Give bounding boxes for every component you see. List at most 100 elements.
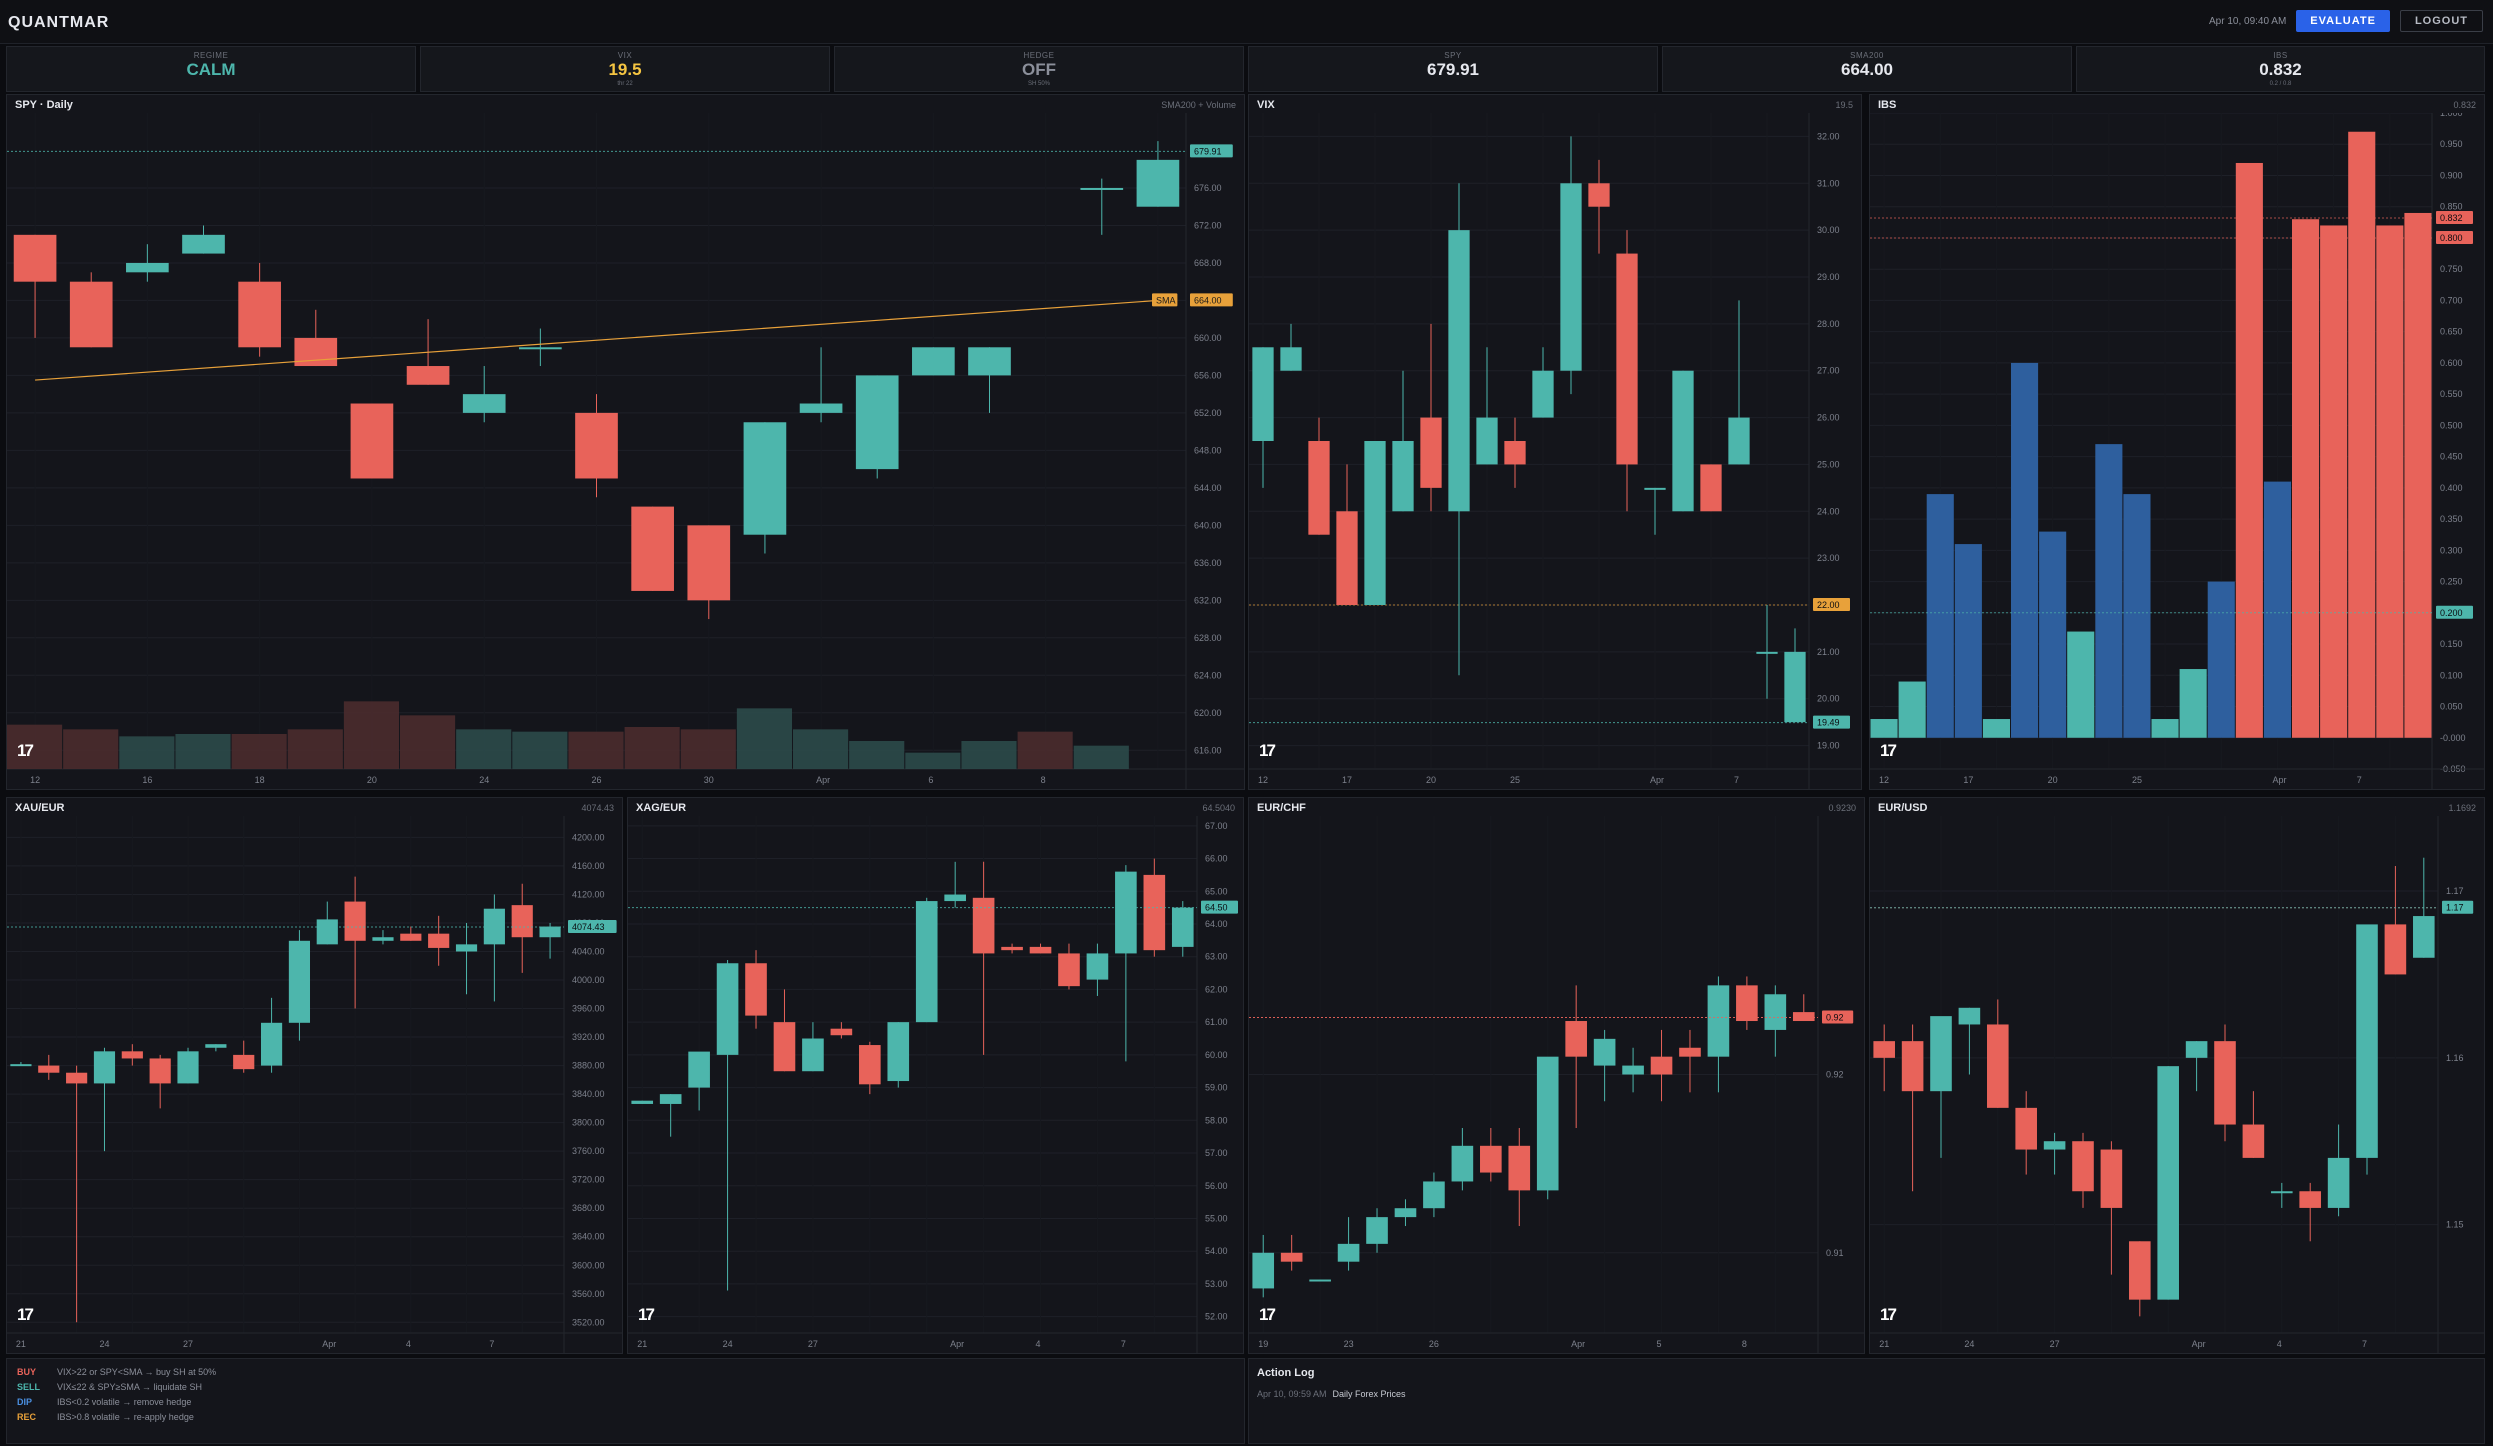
- ibs-bar: [2179, 669, 2207, 738]
- candle-body: [912, 347, 955, 376]
- y-tick-label: 3800.00: [572, 1118, 605, 1128]
- ibs-bar: [1898, 681, 1926, 738]
- logout-button[interactable]: LOGOUT: [2399, 10, 2483, 32]
- candle-body: [1394, 1208, 1417, 1218]
- candle-body: [10, 1064, 32, 1067]
- y-tick-label: 0.950: [2440, 139, 2463, 149]
- ibs-bar: [2207, 581, 2235, 738]
- xag-eur-chart-panel[interactable]: XAG/EUR 64.5040 52.00 53.00 54.00 55.00 56.0…: [627, 797, 1244, 1354]
- top-actions: Apr 10, 09:40 AM EVALUATE LOGOUT: [2209, 10, 2483, 32]
- candle-body: [1366, 1217, 1388, 1244]
- candle-body: [1792, 1012, 1815, 1022]
- x-tick-label: 23: [1344, 1339, 1354, 1349]
- y-tick-label: 27.00: [1817, 366, 1840, 376]
- spy-chart-panel[interactable]: SPY · Daily SMA200 + Volume 616.00 620.00…: [6, 94, 1245, 790]
- last-price-tag: 1.17: [2446, 903, 2464, 913]
- volume-bar: [287, 729, 343, 769]
- x-tick-label: Apr: [2272, 775, 2286, 785]
- evaluate-button[interactable]: EVALUATE: [2296, 10, 2390, 32]
- candle-body: [2100, 1149, 2123, 1208]
- x-tick-label: Apr: [322, 1339, 336, 1349]
- candle-body: [288, 940, 311, 1023]
- candle-body: [372, 937, 394, 941]
- y-tick-label: 61.00: [1205, 1017, 1228, 1027]
- candle-body: [1480, 1145, 1502, 1173]
- ibs-bar: [2011, 362, 2039, 738]
- stat-value: 664.00: [1841, 60, 1893, 79]
- candle-body: [511, 905, 533, 938]
- ibs-bar: [1870, 719, 1898, 738]
- y-tick-label: 644.00: [1194, 483, 1222, 493]
- candle-body: [887, 1022, 910, 1082]
- x-tick-label: 8: [1041, 775, 1046, 785]
- x-tick-label: 24: [1964, 1339, 1974, 1349]
- x-tick-label: 21: [16, 1339, 26, 1349]
- candle-body: [1451, 1145, 1474, 1182]
- candle-body: [1143, 874, 1166, 951]
- y-tick-label: 0.900: [2440, 170, 2463, 180]
- chart-title: EUR/CHF: [1257, 802, 1306, 814]
- last-price-tag: 64.50: [1205, 903, 1228, 913]
- volume-bar: [793, 729, 849, 769]
- candle-body: [972, 897, 995, 954]
- level-tag: 0.200: [2440, 608, 2463, 618]
- y-tick-label: 20.00: [1817, 694, 1840, 704]
- candle-body: [631, 1100, 654, 1104]
- action-log-title: Action Log: [1257, 1367, 1315, 1379]
- rule-row: BUY VIX>22 or SPY<SMA → buy SH at 50%: [17, 1367, 1234, 1377]
- x-tick-label: 7: [2357, 775, 2362, 785]
- y-tick-label: 3840.00: [572, 1089, 605, 1099]
- candle-body: [1560, 183, 1582, 371]
- y-tick-label: 3880.00: [572, 1061, 605, 1071]
- candle-body: [1756, 651, 1778, 654]
- level-tag: 0.832: [2440, 213, 2463, 223]
- candle-body: [539, 926, 561, 938]
- candle-body: [1058, 953, 1080, 987]
- rules-legend: BUY VIX>22 or SPY<SMA → buy SH at 50% SEL…: [6, 1358, 1245, 1444]
- y-tick-label: 55.00: [1205, 1213, 1228, 1223]
- volume-bar: [624, 727, 680, 769]
- y-tick-label: 628.00: [1194, 633, 1222, 643]
- y-tick-label: 3920.00: [572, 1032, 605, 1042]
- eur-chf-chart-panel[interactable]: EUR/CHF 0.9230 0.92 0.91 19 23 26 Apr 5 8 0.92 17: [1248, 797, 1865, 1354]
- candle-body: [1420, 417, 1442, 488]
- chart-canvas: 0.92 0.91 19 23 26 Apr 5 8 0.92: [1249, 816, 1864, 1353]
- x-tick-label: 18: [255, 775, 265, 785]
- candle-body: [773, 1022, 796, 1072]
- vix-chart-panel[interactable]: VIX 19.5 19.00 20.00 21.00 22.00 23.00 24.00 2…: [1248, 94, 1862, 790]
- xau-eur-chart-panel[interactable]: XAU/EUR 4074.43 3520.00 3560.00 3600.00 364…: [6, 797, 623, 1354]
- y-tick-label: 1.15: [2446, 1220, 2464, 1230]
- volume-bar: [400, 715, 456, 769]
- chart-title: XAU/EUR: [15, 802, 65, 814]
- x-tick-label: 27: [183, 1339, 193, 1349]
- y-tick-label: 65.00: [1205, 886, 1228, 896]
- candle-body: [1508, 1145, 1531, 1191]
- candle-body: [1644, 487, 1666, 490]
- tradingview-logo-icon: 17: [1880, 741, 1897, 760]
- volume-bar: [343, 701, 399, 769]
- candle-body: [1252, 347, 1274, 441]
- x-tick-label: 20: [367, 775, 377, 785]
- last-price-tag: 679.91: [1194, 146, 1222, 156]
- volume-bar: [512, 731, 568, 769]
- candle-body: [350, 403, 394, 479]
- candle-body: [177, 1051, 199, 1084]
- x-tick-label: 6: [928, 775, 933, 785]
- last-price-tag: 0.92: [1826, 1012, 1844, 1022]
- y-tick-label: 0.250: [2440, 577, 2463, 587]
- candle-body: [238, 281, 281, 348]
- ibs-bar: [2039, 531, 2067, 738]
- eur-usd-chart-panel[interactable]: EUR/USD 1.1692 1.17 1.16 1.15 21 24 27 Apr 4 7 1.…: [1869, 797, 2485, 1354]
- candle-body: [66, 1072, 88, 1084]
- y-tick-label: 25.00: [1817, 459, 1840, 469]
- ibs-chart-panel[interactable]: IBS 0.832 -0.050 -0.000 0.050 0.100 0.150 0.2…: [1869, 94, 2485, 790]
- y-tick-label: 1.17: [2446, 886, 2464, 896]
- candle-body: [1504, 441, 1526, 465]
- y-tick-label: 620.00: [1194, 708, 1222, 718]
- sma-tag: SMA: [1156, 295, 1176, 305]
- candle-body: [1672, 370, 1694, 512]
- y-tick-label: 1.000: [2440, 113, 2463, 118]
- candle-body: [716, 963, 739, 1055]
- candle-body: [802, 1038, 824, 1072]
- y-tick-label: 4040.00: [572, 946, 605, 956]
